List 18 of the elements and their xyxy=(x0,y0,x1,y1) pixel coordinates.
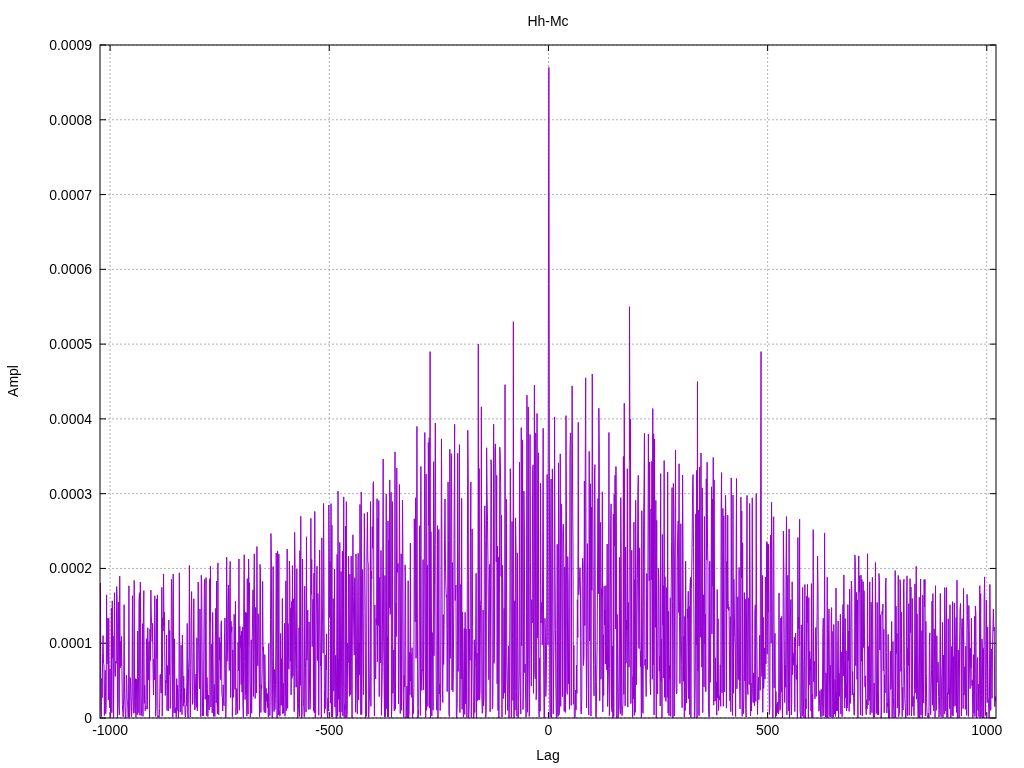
y-tick-label: 0 xyxy=(84,710,92,726)
x-tick-label: 0 xyxy=(544,722,553,738)
x-tick-label: -1000 xyxy=(92,722,128,738)
y-axis-label: Ampl xyxy=(5,365,21,397)
x-tick-label: 500 xyxy=(755,722,780,738)
x-tick-label: 1000 xyxy=(971,722,1003,738)
chart-title: Hh-Mc xyxy=(527,13,569,29)
y-tick-label: 0.0005 xyxy=(49,336,92,353)
y-tick-label: 0.0003 xyxy=(49,485,92,502)
y-tick-label: 0.0001 xyxy=(49,635,92,652)
y-tick-label: 0.0004 xyxy=(49,410,92,427)
y-tick-label: 0.0008 xyxy=(49,111,92,128)
x-tick-label: -500 xyxy=(315,722,344,738)
x-axis-label: Lag xyxy=(536,747,560,763)
y-tick-label: 0.0007 xyxy=(49,186,92,203)
y-tick-label: 0.0009 xyxy=(49,37,92,53)
y-tick-label: 0.0002 xyxy=(49,560,92,577)
y-tick-label: 0.0006 xyxy=(49,261,92,278)
